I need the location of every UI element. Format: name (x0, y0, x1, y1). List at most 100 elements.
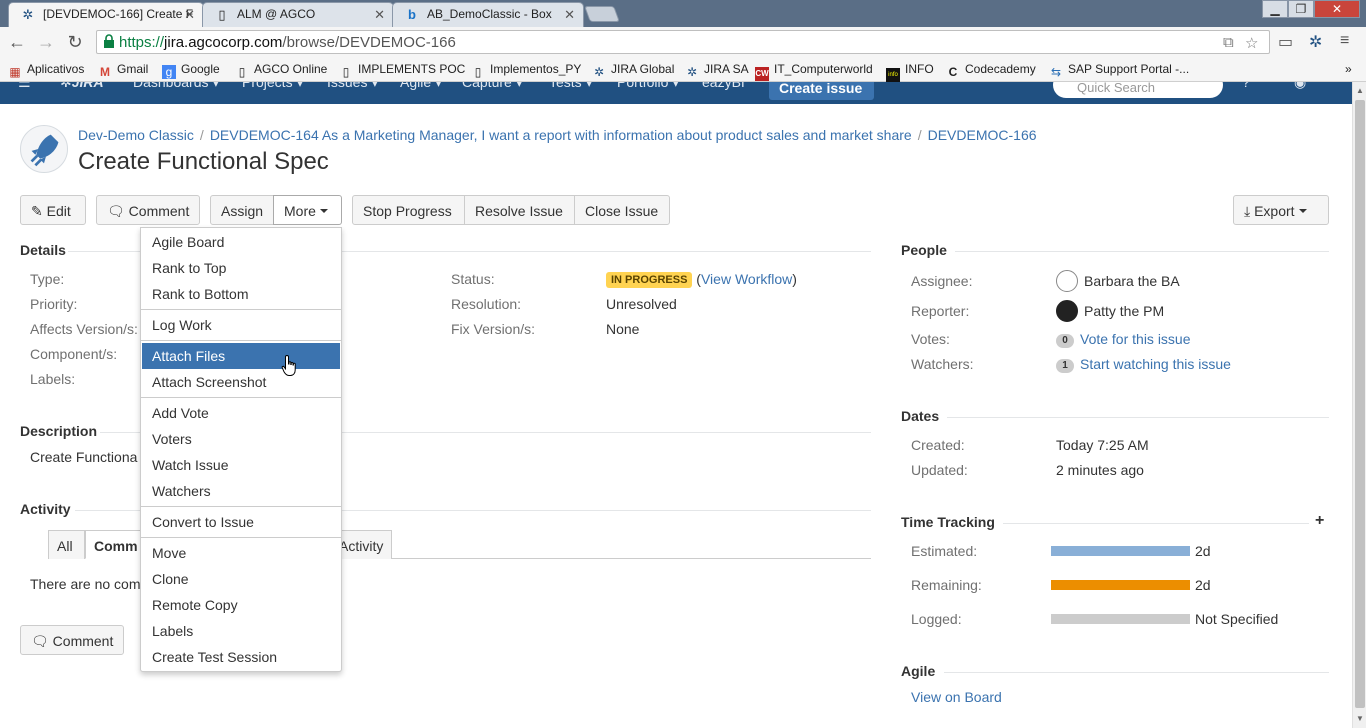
assign-button[interactable]: Assign (210, 195, 274, 225)
assignee-label: Assignee: (911, 273, 973, 289)
bookmark-apps[interactable]: ▦ Aplicativos (8, 62, 84, 79)
nav-portfolio[interactable]: Portfolio ▾ (617, 82, 679, 91)
menu-item-add-vote[interactable]: Add Vote (142, 400, 340, 426)
download-icon: ⤓ (1244, 203, 1251, 219)
view-workflow-link[interactable]: View Workflow (701, 271, 792, 287)
nav-eazybi[interactable]: eazyBI (702, 82, 745, 90)
browser-tab-alm[interactable]: ▯ ALM @ AGCO ✕ (202, 2, 394, 27)
new-tab-button[interactable] (584, 6, 620, 22)
create-issue-button[interactable]: Create issue (769, 82, 874, 100)
quick-search-input[interactable]: Quick Search (1053, 82, 1223, 98)
bookmark-codecademy[interactable]: C Codecademy (946, 62, 1036, 79)
breadcrumb-issue-key[interactable]: DEVDEMOC-166 (928, 127, 1037, 143)
app-switcher-icon[interactable]: ☰ (18, 82, 31, 91)
browser-tab-box[interactable]: b AB_DemoClassic - Box ✕ (392, 2, 584, 27)
nav-issues[interactable]: Issues ▾ (327, 82, 378, 91)
description-text[interactable]: Create Functiona (30, 449, 137, 465)
close-tab-icon[interactable]: ✕ (374, 7, 385, 23)
jira-logo[interactable]: ✲JIRA (60, 82, 104, 91)
bookmark-google[interactable]: g Google (162, 62, 220, 79)
view-on-board-link[interactable]: View on Board (911, 689, 1002, 705)
export-button[interactable]: ⤓ Export (1233, 195, 1329, 225)
bookmark-jira-sa[interactable]: ✲ JIRA SA (685, 62, 749, 79)
breadcrumb-parent-issue[interactable]: DEVDEMOC-164 As a Marketing Manager, I w… (210, 127, 912, 143)
nav-agile[interactable]: Agile ▾ (400, 82, 442, 91)
scroll-up-icon[interactable]: ▲ (1356, 86, 1364, 95)
jira-extension-icon[interactable]: ✲ (1309, 32, 1322, 52)
menu-separator (141, 340, 341, 341)
menu-item-create-test-session[interactable]: Create Test Session (142, 644, 340, 670)
maximize-button[interactable]: ❐ (1288, 0, 1314, 18)
menu-item-attach-files[interactable]: Attach Files (142, 343, 340, 369)
nav-capture[interactable]: Capture ▾ (462, 82, 523, 91)
address-bar[interactable]: https://jira.agcocorp.com/browse/DEVDEMO… (96, 30, 1270, 54)
stop-progress-button[interactable]: Stop Progress (352, 195, 465, 225)
close-issue-button[interactable]: Close Issue (574, 195, 670, 225)
issue-summary[interactable]: Create Functional Spec (78, 148, 329, 176)
breadcrumb-project[interactable]: Dev-Demo Classic (78, 127, 194, 143)
watch-link[interactable]: Start watching this issue (1080, 356, 1231, 372)
menu-item-convert-to-issue[interactable]: Convert to Issue (142, 509, 340, 535)
menu-item-clone[interactable]: Clone (142, 566, 340, 592)
minimize-button[interactable]: ▁ (1262, 0, 1288, 18)
menu-icon[interactable]: ≡ (1340, 32, 1349, 50)
project-avatar[interactable] (20, 125, 68, 173)
browser-tab-jira[interactable]: ✲ [DEVDEMOC-166] Create F ✕ (8, 2, 204, 27)
window-close-button[interactable]: ✕ (1314, 0, 1360, 18)
scrollbar-thumb[interactable] (1355, 100, 1365, 708)
menu-item-move[interactable]: Move (142, 540, 340, 566)
log-work-plus-icon[interactable]: + (1315, 512, 1324, 530)
menu-item-watchers[interactable]: Watchers (142, 478, 340, 504)
menu-item-remote-copy[interactable]: Remote Copy (142, 592, 340, 618)
translate-icon[interactable]: ⧉ (1223, 34, 1234, 51)
bookmark-implements-poc[interactable]: ▯ IMPLEMENTS POC (339, 62, 466, 79)
bookmark-sap-support[interactable]: ⇆ SAP Support Portal -... (1049, 62, 1189, 79)
jira-top-nav: ☰ ✲JIRA Dashboards ▾ Projects ▾ Issues ▾… (0, 82, 1352, 104)
scroll-down-icon[interactable]: ▼ (1356, 714, 1364, 723)
assignee-value[interactable]: Barbara the BA (1084, 273, 1180, 289)
menu-item-watch-issue[interactable]: Watch Issue (142, 452, 340, 478)
tab-comments[interactable]: Comm (85, 530, 145, 559)
nav-dashboards[interactable]: Dashboards ▾ (133, 82, 219, 91)
vote-link[interactable]: Vote for this issue (1080, 331, 1191, 347)
bookmark-implementos-py[interactable]: ▯ Implementos_PY (471, 62, 582, 79)
edit-button[interactable]: ✎ Edit (20, 195, 86, 225)
menu-item-voters[interactable]: Voters (142, 426, 340, 452)
browser-tab-bar: ✲ [DEVDEMOC-166] Create F ✕ ▯ ALM @ AGCO… (0, 0, 1366, 27)
bookmarks-overflow-button[interactable]: » (1345, 62, 1352, 76)
more-button[interactable]: More (273, 195, 342, 225)
menu-item-agile-board[interactable]: Agile Board (142, 229, 340, 255)
star-icon[interactable]: ☆ (1245, 34, 1258, 52)
menu-item-log-work[interactable]: Log Work (142, 312, 340, 338)
page-icon: ▯ (238, 65, 246, 79)
user-avatar[interactable]: ◉ (1294, 82, 1306, 91)
nav-projects[interactable]: Projects ▾ (242, 82, 304, 91)
components-label: Component/s: (30, 346, 118, 362)
menu-item-labels[interactable]: Labels (142, 618, 340, 644)
tab-all[interactable]: All (48, 530, 85, 559)
bookmark-agco-online[interactable]: ▯ AGCO Online (235, 62, 328, 79)
jira-icon: ✲ (593, 65, 605, 79)
bookmark-gmail[interactable]: M Gmail (98, 62, 148, 79)
close-tab-icon[interactable]: ✕ (564, 7, 575, 23)
back-icon[interactable]: ← (5, 31, 29, 55)
bookmark-info[interactable]: info INFO (886, 62, 934, 82)
add-comment-button[interactable]: 🗨 Comment (20, 625, 124, 655)
nav-tests[interactable]: Tests ▾ (549, 82, 593, 91)
bookmark-it-computerworld[interactable]: CW IT_Computerworld (755, 62, 873, 81)
menu-item-rank-to-top[interactable]: Rank to Top (142, 255, 340, 281)
tab-title: ALM @ AGCO (237, 7, 316, 21)
forward-icon[interactable]: → (34, 31, 58, 55)
menu-item-rank-to-bottom[interactable]: Rank to Bottom (142, 281, 340, 307)
bookmark-jira-global[interactable]: ✲ JIRA Global (592, 62, 674, 79)
watchers-label: Watchers: (911, 356, 974, 372)
menu-item-attach-screenshot[interactable]: Attach Screenshot (142, 369, 340, 395)
resolve-issue-button[interactable]: Resolve Issue (464, 195, 575, 225)
close-tab-icon[interactable]: ✕ (184, 7, 195, 23)
page-scrollbar[interactable]: ▲ ▼ (1352, 82, 1366, 728)
comment-button[interactable]: 🗨 Comment (96, 195, 200, 225)
reporter-value[interactable]: Patty the PM (1084, 303, 1164, 319)
cast-icon[interactable]: ▭ (1278, 32, 1293, 52)
reload-icon[interactable]: ↻ (63, 31, 87, 55)
help-icon[interactable]: ? (1242, 82, 1250, 90)
